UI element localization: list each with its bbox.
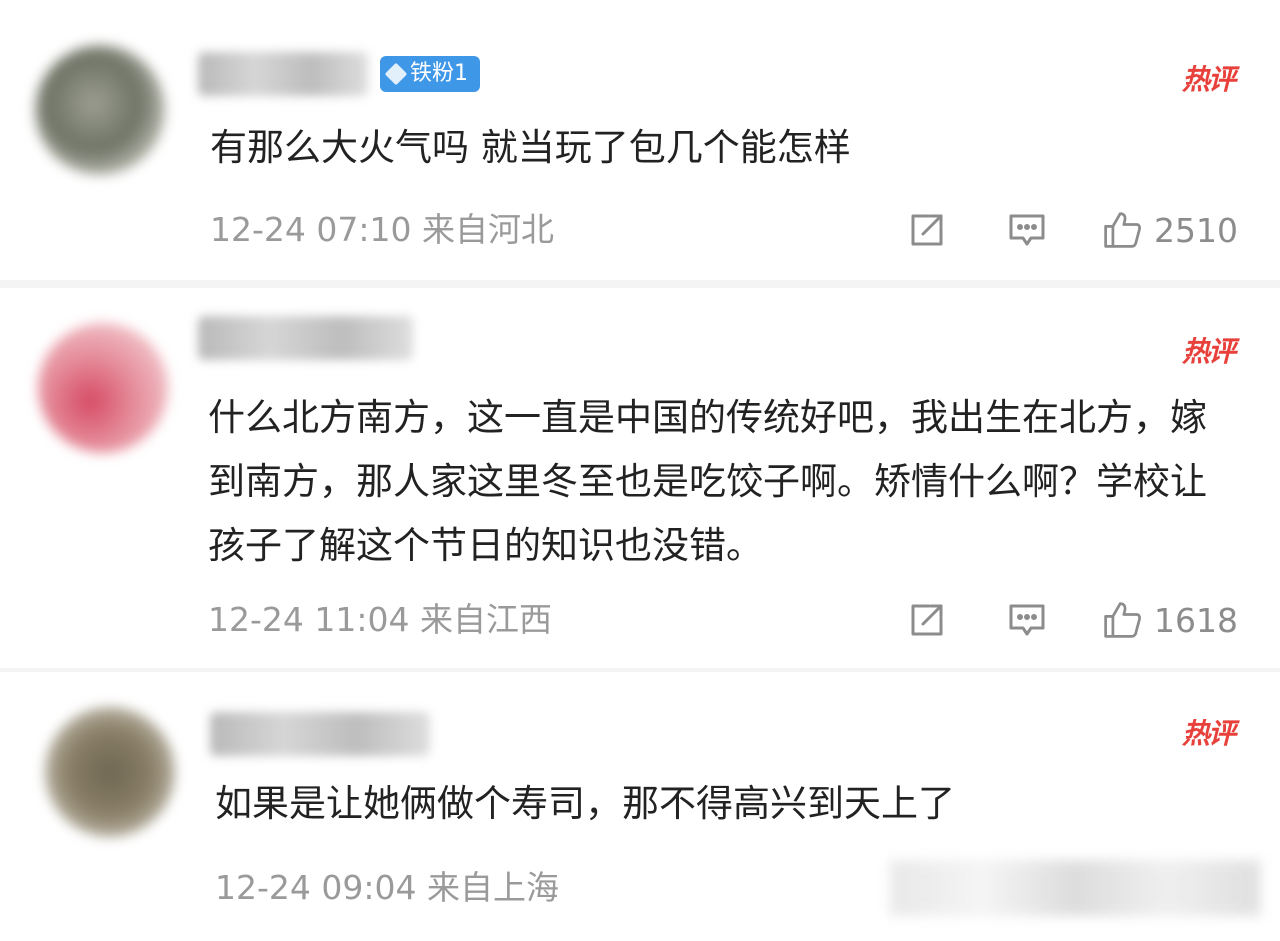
comment-item: 热评 什么北方南方，这一直是中国的传统好吧，我出生在北方，嫁到南方，那人家这里冬… xyxy=(0,288,1280,668)
thumbs-up-icon[interactable] xyxy=(1102,600,1142,640)
comment-meta: 12-24 07:10 来自河北 xyxy=(210,210,554,249)
avatar[interactable] xyxy=(45,707,175,837)
comment-meta: 12-24 11:04 来自江西 xyxy=(208,600,552,639)
username-redacted[interactable] xyxy=(210,712,430,756)
comment-actions: 1618 xyxy=(907,596,1238,644)
comment-meta: 12-24 09:04 来自上海 xyxy=(215,868,559,907)
hot-comment-tag: 热评 xyxy=(1181,335,1236,368)
redacted-watermark xyxy=(890,860,1260,916)
fan-badge-label: 铁粉1 xyxy=(410,61,468,86)
hot-comment-tag: 热评 xyxy=(1181,717,1236,750)
hot-comment-tag: 热评 xyxy=(1181,63,1236,96)
like-count: 2510 xyxy=(1154,210,1238,250)
username-redacted[interactable] xyxy=(198,316,413,360)
comment-list: 铁粉1 热评 有那么大火气吗 就当玩了包几个能怎样 12-24 07:10 来自… xyxy=(0,0,1280,941)
comment-text: 什么北方南方，这一直是中国的传统好吧，我出生在北方，嫁到南方，那人家这里冬至也是… xyxy=(208,396,1207,567)
comment-icon[interactable] xyxy=(1007,210,1047,250)
divider xyxy=(0,280,1280,288)
comment-text: 有那么大火气吗 就当玩了包几个能怎样 xyxy=(210,126,851,169)
diamond-icon xyxy=(384,62,408,86)
fan-badge[interactable]: 铁粉1 xyxy=(380,56,480,92)
comment-icon[interactable] xyxy=(1007,600,1047,640)
comment-text: 如果是让她俩做个寿司，那不得高兴到天上了 xyxy=(215,782,955,825)
share-icon[interactable] xyxy=(907,210,947,250)
username-redacted[interactable] xyxy=(198,52,368,96)
comment-item: 铁粉1 热评 有那么大火气吗 就当玩了包几个能怎样 12-24 07:10 来自… xyxy=(0,0,1280,280)
avatar[interactable] xyxy=(38,323,168,453)
share-icon[interactable] xyxy=(907,600,947,640)
comment-item: 热评 如果是让她俩做个寿司，那不得高兴到天上了 12-24 09:04 来自上海 xyxy=(0,672,1280,941)
thumbs-up-icon[interactable] xyxy=(1102,210,1142,250)
comment-actions: 2510 xyxy=(907,206,1238,254)
avatar[interactable] xyxy=(35,45,165,175)
like-count: 1618 xyxy=(1154,600,1238,640)
